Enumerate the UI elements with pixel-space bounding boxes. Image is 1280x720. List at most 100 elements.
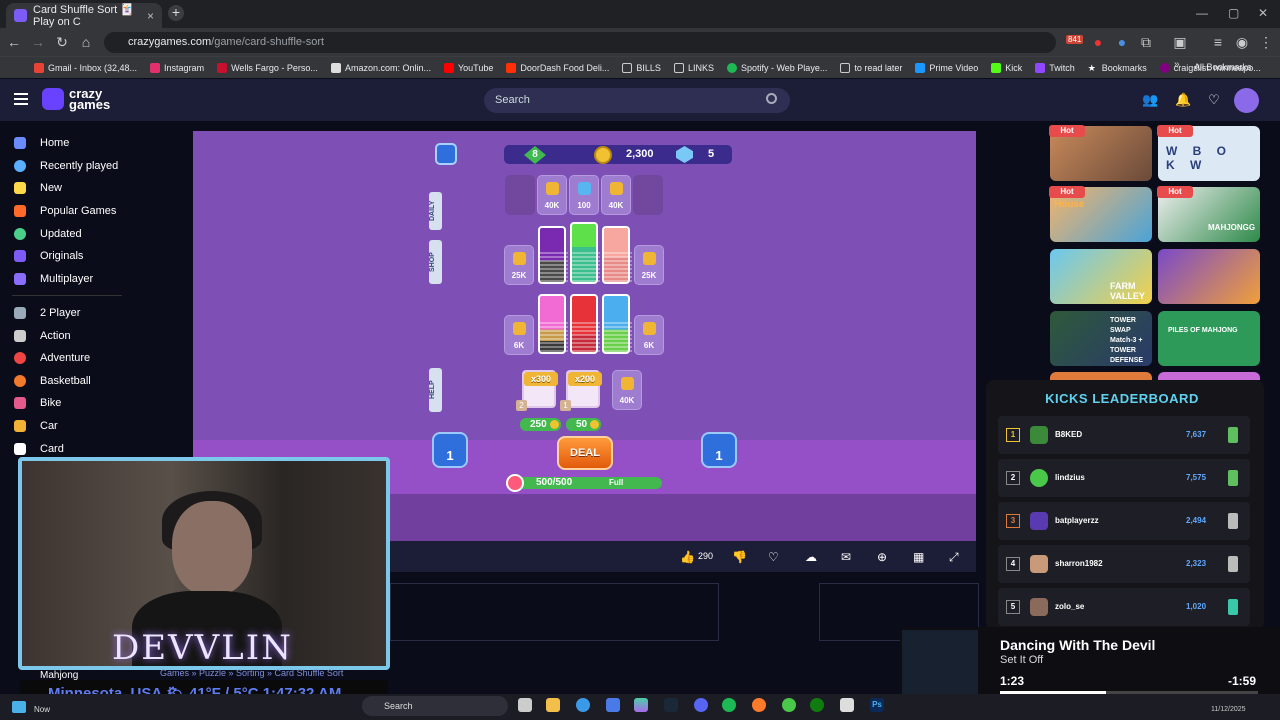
profile-icon[interactable]: ◉ [1234,34,1250,51]
close-window-icon[interactable]: ✕ [1258,6,1268,20]
card-stack-purple[interactable] [538,226,568,284]
sidebar-item-recently-played[interactable]: Recently played [14,160,118,172]
sidebar-item-bike[interactable]: Bike [14,397,61,409]
daily-tab[interactable]: DAILY [429,192,442,230]
locked-slot[interactable]: 6K [504,315,534,355]
bookmark-instagram[interactable]: Instagram [150,62,204,73]
spotify-taskbar-icon[interactable] [722,698,736,712]
media-icon[interactable]: ≡ [1210,34,1226,50]
sidebar-item-updated[interactable]: Updated [14,228,82,240]
bookmark-youtube[interactable]: YouTube [443,62,493,73]
copilot-icon[interactable] [634,698,648,712]
extensions-puzzle-icon[interactable]: ⧉ [1138,34,1154,51]
home-icon[interactable]: ⌂ [78,34,94,50]
steam-icon[interactable] [664,698,678,712]
minimize-icon[interactable]: — [1196,6,1208,20]
card-stack-green[interactable] [570,222,600,284]
cloud-save-icon[interactable]: ☁ [805,550,817,564]
chrome-icon[interactable] [782,698,796,712]
favorite-heart-icon[interactable]: ♡ [768,550,779,564]
bookmark-prime-video[interactable]: Prime Video [915,62,978,73]
game-thumb-partial[interactable] [1050,372,1152,380]
sidebar-item-new[interactable]: New [14,182,62,194]
locked-slot[interactable]: 100 [569,175,599,215]
sidebar-item-action[interactable]: Action [14,330,71,342]
photoshop-icon[interactable]: Ps [870,698,884,712]
extension-badge[interactable]: 841 [1066,35,1084,44]
favorites-heart-icon[interactable]: ♡ [1206,92,1222,108]
bookmark-kick[interactable]: Kick [991,62,1022,73]
bomb-powerup-button[interactable]: 1 [701,432,737,468]
bookmark-spotify[interactable]: Spotify - Web Playe... [726,62,827,73]
tab-card-shuffle-sort[interactable]: Card Shuffle Sort 🃏 Play on C × [6,3,162,28]
sidebar-item-home[interactable]: Home [14,137,69,149]
game-thumb-merge[interactable] [1158,249,1260,304]
sidebar-item-car[interactable]: Car [14,420,58,432]
locked-slot[interactable]: 40K [601,175,631,215]
game-thumb-tower-swap[interactable]: TOWER SWAP Match-3 + TOWER DEFENSE [1050,311,1152,366]
site-search-input[interactable]: Search [484,88,790,113]
extension-icon[interactable]: ● [1090,34,1106,50]
bookmark-to-read-later[interactable]: to read later [840,62,902,73]
close-tab-icon[interactable]: × [147,9,154,23]
bookmark-wellsfargo[interactable]: Wells Fargo - Perso... [217,62,318,73]
store-icon[interactable] [606,698,620,712]
fullscreen-icon[interactable]: ⤢ [949,550,959,565]
address-bar[interactable]: crazygames.com/game/card-shuffle-sort [104,32,1056,53]
locked-slot[interactable]: 25K [634,245,664,285]
card-stack-pink[interactable] [538,294,568,354]
sidebar-item-basketball[interactable]: Basketball [14,375,91,387]
shop-tab[interactable]: SHOP [429,240,442,284]
embed-icon[interactable]: ⊕ [877,550,887,564]
help-tab[interactable]: HELP [429,368,442,412]
sidebar-item-popular[interactable]: Popular Games [14,205,116,217]
discord-icon[interactable] [694,698,708,712]
task-view-icon[interactable] [518,698,532,712]
back-icon[interactable]: ← [6,34,22,50]
dislike-icon[interactable]: 👎 [732,550,747,564]
like-icon[interactable]: 👍 [680,550,695,564]
crazygames-logo[interactable]: crazy games [42,87,110,111]
multiplier-tray[interactable]: x200 [566,370,602,408]
file-explorer-icon[interactable] [546,698,560,712]
theater-mode-icon[interactable]: ▦ [913,550,924,564]
sidebar-item-adventure[interactable]: Adventure [14,352,90,364]
locked-slot[interactable]: 40K [537,175,567,215]
card-stack-salmon[interactable] [602,226,632,284]
multiplier-tray[interactable]: x300 [522,370,558,408]
taskbar-search[interactable]: Search [362,696,508,716]
forward-icon[interactable]: → [30,34,46,50]
card-stack-blue[interactable] [602,294,632,354]
sidebar-item-card[interactable]: Card [14,443,64,455]
more-bookmarks-icon[interactable]: » [1174,59,1180,70]
bookmark-twitch[interactable]: Twitch [1035,62,1075,73]
sidebar-item-2-player[interactable]: 2 Player [14,307,80,319]
app-icon[interactable] [840,698,854,712]
locked-slot[interactable]: 25K [504,245,534,285]
bookmark-doordash[interactable]: DoorDash Food Deli... [506,62,609,73]
hamburger-menu-icon[interactable] [14,93,28,105]
sidepanel-icon[interactable]: ▣ [1172,34,1188,51]
shuffle-powerup-button[interactable]: 1 [432,432,468,468]
locked-tray[interactable]: 40K [612,370,642,410]
bookmark-bookmarks[interactable]: ★ Bookmarks [1088,63,1147,73]
bookmark-amazon[interactable]: Amazon.com: Onlin... [330,62,431,73]
user-avatar[interactable] [1234,88,1259,113]
game-thumb-farm[interactable]: FARM VALLEY [1050,249,1152,304]
menu-icon[interactable]: ⋮ [1258,34,1274,51]
card-stack-red[interactable] [570,294,600,354]
maximize-icon[interactable]: ▢ [1228,6,1239,20]
edge-icon[interactable] [576,698,590,712]
reload-icon[interactable]: ↻ [54,34,70,51]
upgrade-price-button[interactable]: 250 [520,418,561,431]
game-home-button[interactable] [435,143,457,165]
bookmark-bills[interactable]: BILLS [622,62,661,73]
friends-icon[interactable]: 👥 [1142,92,1158,108]
bookmark-gmail[interactable]: Gmail - Inbox (32,48... [34,62,137,73]
xbox-icon[interactable] [810,698,824,712]
sidebar-item-originals[interactable]: Originals [14,250,83,262]
search-icon[interactable] [766,93,777,104]
upgrade-price-button[interactable]: 50 [566,418,602,431]
weather-widget-icon[interactable] [12,701,26,713]
sidebar-item-multiplayer[interactable]: Multiplayer [14,273,93,285]
